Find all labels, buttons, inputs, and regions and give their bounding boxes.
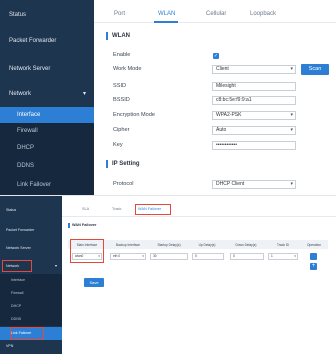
startup-delay-input[interactable]: 30 (150, 253, 188, 260)
sidebar-item-firewall[interactable]: Firewall (0, 123, 94, 140)
cipher-value: Auto (216, 127, 227, 133)
network-highlight-box (2, 260, 32, 272)
up-delay-input[interactable]: 0 (192, 253, 224, 260)
add-row-button[interactable]: + (310, 263, 317, 270)
sidebar-item-network-server[interactable]: Network Server (0, 244, 62, 252)
cipher-label: Cipher (113, 127, 130, 133)
scan-button[interactable]: Scan (301, 64, 329, 75)
sidebar-item-packet-forwarder[interactable]: Packet Forwarder (0, 226, 62, 234)
chevron-down-icon: ▾ (142, 254, 144, 258)
column-header-up-delay: Up Delay(s) (198, 243, 216, 247)
wan-failover-screen: Status Packet Forwarder Network Server N… (0, 196, 336, 354)
tab-port[interactable]: Port (114, 11, 125, 17)
chevron-down-icon: ▾ (54, 263, 57, 268)
enable-label: Enable (113, 52, 131, 58)
column-header-startup-delay: Startup Delay(s) (157, 243, 181, 247)
main-interface-highlight-box (70, 239, 104, 263)
column-header-operation: Operation (307, 243, 321, 247)
tab-divider (62, 216, 336, 217)
backup-interface-select[interactable]: eth 0 ▾ (110, 253, 146, 260)
tab-divider (94, 22, 336, 23)
sidebar-item-interface[interactable]: Interface (0, 274, 62, 287)
chevron-down-icon: ▾ (290, 181, 293, 187)
enable-checkbox[interactable]: ✓ (213, 53, 219, 59)
bssid-label: BSSID (113, 97, 130, 103)
ip-setting-section-title: IP Setting (106, 160, 140, 168)
chevron-down-icon: ▾ (294, 254, 296, 258)
wlan-settings-screen: Status Packet Forwarder Network Server N… (0, 0, 336, 195)
backup-interface-value: eth 0 (113, 254, 121, 258)
sidebar-item-packet-forwarder[interactable]: Packet Forwarder (0, 35, 94, 47)
sidebar: Status Packet Forwarder Network Server N… (0, 0, 94, 195)
tab-loopback[interactable]: Loopback (250, 11, 276, 17)
protocol-value: DHCP Client (216, 181, 245, 187)
sidebar-item-link-failover[interactable]: Link Failover (0, 175, 94, 195)
sidebar-item-dhcp[interactable]: DHCP (0, 300, 62, 313)
work-mode-select[interactable]: Client ▾ (212, 65, 296, 74)
key-label: Key (113, 142, 123, 148)
down-delay-input[interactable]: 0 (230, 253, 264, 260)
protocol-label: Protocol (113, 181, 134, 187)
sidebar-item-network[interactable]: Network ▾ (0, 88, 94, 100)
sidebar-item-ddns[interactable]: DDNS (0, 313, 62, 326)
track-id-value: 1 (271, 254, 273, 258)
encryption-value: WPA2-PSK (216, 112, 242, 118)
delete-row-button[interactable] (310, 253, 317, 260)
sidebar-item-vpn[interactable]: VPN (0, 342, 62, 350)
sidebar-item-dhcp[interactable]: DHCP (0, 140, 94, 157)
protocol-select[interactable]: DHCP Client ▾ (212, 180, 296, 189)
sidebar-item-interface[interactable]: Interface (0, 107, 94, 123)
sidebar-item-firewall[interactable]: Firewall (0, 287, 62, 300)
sidebar-item-network-server[interactable]: Network Server (0, 63, 94, 75)
wan-failover-table: Main Interface Backup Interface Startup … (68, 230, 328, 270)
work-mode-label: Work Mode (113, 66, 142, 72)
ssid-label: SSID (113, 83, 127, 89)
column-header-backup-interface: Backup Interface (116, 243, 140, 247)
chevron-down-icon: ▾ (290, 66, 293, 72)
cipher-select[interactable]: Auto ▾ (212, 126, 296, 135)
tab-cellular[interactable]: Cellular (206, 11, 226, 17)
tab-track[interactable]: Track (112, 207, 121, 211)
bssid-field[interactable]: c8:bc:5e:f9:9:a1 (212, 96, 296, 105)
main-content: Port WLAN Cellular Loopback WLAN Enable … (94, 0, 336, 195)
chevron-down-icon: ▾ (290, 127, 293, 133)
main-content: SLA Track WAN Failover WAN Failover Main… (62, 196, 336, 354)
ssid-field[interactable]: Milesight (212, 82, 296, 91)
sidebar-item-status[interactable]: Status (0, 206, 62, 214)
sidebar-item-ddns[interactable]: DDNS (0, 157, 94, 175)
sidebar-item-status[interactable]: Status (0, 9, 94, 21)
wan-failover-tab-highlight-box (135, 204, 171, 215)
tab-wlan[interactable]: WLAN (158, 11, 175, 17)
column-header-down-delay: Down Delay(s) (235, 243, 257, 247)
encryption-label: Encryption Mode (113, 112, 155, 118)
key-field[interactable]: •••••••••••• (212, 141, 296, 150)
wan-failover-section-title: WAN Failover (68, 223, 96, 228)
chevron-down-icon: ▾ (82, 91, 86, 97)
active-tab-indicator (154, 21, 178, 23)
link-failover-highlight-box (10, 327, 44, 340)
wlan-section-title: WLAN (106, 32, 130, 40)
column-header-track-id: Track ID (277, 243, 289, 247)
work-mode-value: Client (216, 66, 229, 72)
encryption-select[interactable]: WPA2-PSK ▾ (212, 111, 296, 120)
chevron-down-icon: ▾ (290, 112, 293, 118)
track-id-select[interactable]: 1 ▾ (268, 253, 298, 260)
save-button[interactable]: Save (84, 278, 104, 287)
sidebar: Status Packet Forwarder Network Server N… (0, 196, 62, 354)
sidebar-item-label: Network (9, 91, 32, 97)
tab-sla[interactable]: SLA (82, 207, 89, 211)
